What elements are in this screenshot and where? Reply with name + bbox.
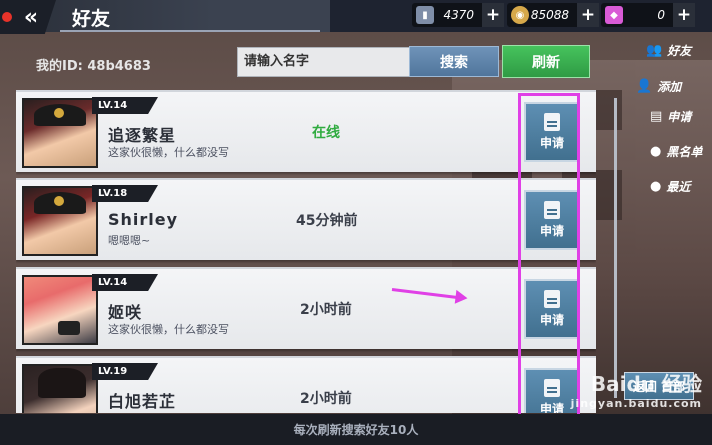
coin-resource: ◉ 85088 + bbox=[507, 3, 599, 27]
level-badge: LV.14 bbox=[92, 97, 158, 114]
side-item-label: 好友 bbox=[667, 44, 692, 58]
player-name: 白旭若芷 bbox=[108, 392, 177, 411]
search-input[interactable]: 请输入名字 bbox=[237, 47, 412, 77]
side-item-blacklist[interactable]: ● 黑名单 bbox=[650, 143, 702, 160]
player-name: Shirley bbox=[108, 210, 179, 229]
add-diamond-button[interactable]: + bbox=[673, 3, 695, 27]
coin-icon: ◉ bbox=[511, 6, 529, 24]
search-button[interactable]: 搜索 bbox=[409, 46, 499, 77]
add-user-icon: 👤 bbox=[636, 79, 653, 94]
player-status: 2小时前 bbox=[300, 302, 352, 318]
add-energy-button[interactable]: + bbox=[482, 3, 504, 27]
level-badge: LV.19 bbox=[92, 363, 158, 380]
battery-icon: ▮ bbox=[416, 6, 434, 24]
player-card: LV.18 Shirley 嗯嗯嗯~ 45分钟前 申请 bbox=[16, 178, 596, 260]
player-avatar bbox=[22, 98, 98, 168]
player-avatar bbox=[22, 364, 98, 413]
player-card: LV.14 姬咲 这家伙很懒，什么都没写 2小时前 申请 bbox=[16, 267, 596, 349]
player-card: LV.19 白旭若芷 2小时前 申请 bbox=[16, 356, 596, 413]
title-underline bbox=[60, 30, 320, 32]
diamond-value: 0 bbox=[657, 8, 665, 22]
player-status: 在线 bbox=[312, 125, 340, 141]
player-signature: 这家伙很懒，什么都没写 bbox=[108, 146, 229, 159]
side-item-label: 添加 bbox=[657, 80, 682, 94]
watermark-main: Baidu 经验 bbox=[590, 372, 702, 396]
player-avatar bbox=[22, 275, 98, 345]
coin-value: 85088 bbox=[530, 8, 569, 22]
double-chevron-left-icon: « bbox=[23, 4, 38, 30]
diamond-resource: ◆ 0 + bbox=[601, 3, 695, 27]
side-item-label: 申请 bbox=[667, 110, 692, 124]
my-id: 我的ID: 48b4683 bbox=[36, 59, 151, 74]
add-coin-button[interactable]: + bbox=[577, 3, 599, 27]
side-item-recent[interactable]: ● 最近 bbox=[650, 178, 690, 195]
side-item-request[interactable]: ▤ 申请 bbox=[650, 108, 691, 125]
player-name: 追逐繁星 bbox=[108, 126, 177, 145]
recent-icon: ● bbox=[650, 179, 662, 194]
level-badge: LV.14 bbox=[92, 274, 158, 291]
friends-icon: 👥 bbox=[646, 43, 663, 58]
side-item-label: 最近 bbox=[666, 180, 691, 194]
footer-hint: 每次刷新搜索好友10人 bbox=[0, 414, 712, 445]
player-signature: 嗯嗯嗯~ bbox=[108, 234, 151, 247]
page-title: 好友 bbox=[72, 8, 111, 30]
refresh-button[interactable]: 刷新 bbox=[502, 45, 590, 78]
player-status: 2小时前 bbox=[300, 391, 352, 407]
notification-dot bbox=[2, 12, 12, 22]
player-list[interactable]: LV.14 追逐繁星 这家伙很懒，什么都没写 在线 申请 LV.18 Shirl… bbox=[16, 90, 596, 413]
energy-value: 4370 bbox=[443, 8, 474, 22]
blacklist-icon: ● bbox=[650, 144, 662, 159]
player-card: LV.14 追逐繁星 这家伙很懒，什么都没写 在线 申请 bbox=[16, 90, 596, 172]
player-name: 姬咲 bbox=[108, 303, 143, 322]
watermark: Baidu 经验 jingyan.baidu.com bbox=[571, 368, 702, 410]
side-item-friends[interactable]: 👥 好友 bbox=[646, 42, 691, 59]
diamond-icon: ◆ bbox=[605, 6, 623, 24]
watermark-sub: jingyan.baidu.com bbox=[570, 397, 702, 410]
level-badge: LV.18 bbox=[92, 185, 158, 202]
side-item-label: 黑名单 bbox=[666, 145, 703, 159]
energy-resource: ▮ 4370 + bbox=[412, 3, 504, 27]
player-avatar bbox=[22, 186, 98, 256]
side-item-add[interactable]: 👤 添加 bbox=[636, 78, 681, 95]
side-menu-line bbox=[614, 98, 617, 398]
player-signature: 这家伙很懒，什么都没写 bbox=[108, 323, 229, 336]
player-status: 45分钟前 bbox=[296, 213, 358, 229]
request-icon: ▤ bbox=[650, 109, 663, 124]
